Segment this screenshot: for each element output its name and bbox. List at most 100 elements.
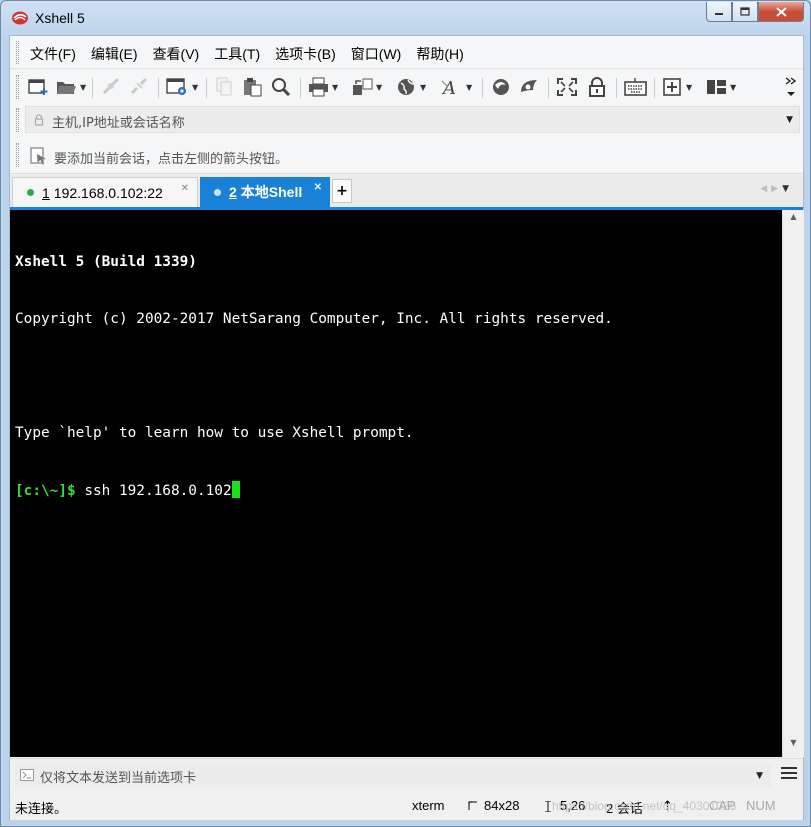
fullscreen-button[interactable]	[556, 76, 578, 98]
tab-close-icon[interactable]: ✕	[181, 183, 189, 194]
terminal-line: Xshell 5 (Build 1339)	[15, 254, 197, 270]
xmanager-button[interactable]	[518, 76, 540, 98]
tab-status-dot	[214, 188, 221, 196]
address-placeholder: 主机,IP地址或会话名称	[52, 116, 185, 131]
terminal-cursor	[231, 481, 240, 498]
tab-close-icon[interactable]: ✕	[314, 182, 322, 193]
watermark: https://blog.csdn.net/qq_40301026	[552, 799, 737, 813]
close-icon	[775, 6, 787, 17]
font-icon: A	[441, 78, 456, 97]
tab-prev-icon[interactable]: ◀	[760, 184, 771, 194]
terminal-prompt: [c:\~]$	[15, 483, 76, 499]
properties-icon	[166, 78, 186, 95]
disconnect-button[interactable]	[128, 76, 150, 98]
menu-edit[interactable]: 编辑(E)	[91, 44, 146, 64]
compose-bar: 仅将文本发送到当前选项卡 ▼	[10, 758, 803, 791]
transfer-button[interactable]: ▼	[352, 76, 382, 98]
lock-button[interactable]	[586, 76, 608, 98]
new-tab-button[interactable]: +	[332, 179, 352, 203]
menu-items: 文件(F) 编辑(E) 查看(V) 工具(T) 选项卡(B) 窗口(W) 帮助(…	[30, 44, 479, 64]
open-session-button[interactable]: ▼	[56, 76, 86, 98]
toolbar-grip[interactable]	[16, 75, 19, 99]
tab-status-dot	[27, 189, 34, 196]
window-title: Xshell 5	[35, 10, 85, 26]
terminal-type: xterm	[412, 798, 445, 813]
copy-button[interactable]	[214, 76, 236, 98]
tab-session-1[interactable]: 1 192.168.0.102:22 ✕	[12, 177, 198, 207]
minimize-button[interactable]	[706, 2, 732, 22]
tab-number: 1	[42, 184, 50, 201]
properties-button[interactable]: ▼	[166, 76, 198, 98]
font-button[interactable]: A ▼	[440, 76, 472, 98]
keyboard-icon	[624, 78, 647, 96]
addressbar-grip[interactable]	[16, 108, 19, 132]
new-session-icon	[28, 79, 48, 95]
toolbar-overflow-button[interactable]	[784, 76, 798, 98]
terminal-size: 84x28	[484, 798, 520, 813]
address-bar: 主机,IP地址或会话名称 ▼	[10, 104, 803, 138]
lock-icon	[589, 77, 605, 97]
paste-button[interactable]	[242, 76, 264, 98]
compose-placeholder: 仅将文本发送到当前选项卡	[40, 771, 197, 786]
add-session-arrow-icon[interactable]	[30, 147, 48, 165]
find-button[interactable]	[270, 76, 292, 98]
lock-icon	[34, 114, 44, 126]
terminal-icon	[20, 769, 34, 781]
tab-navigation: ◀▶▼	[760, 184, 793, 194]
print-button[interactable]: ▼	[308, 76, 338, 98]
tab-next-icon[interactable]: ▶	[771, 184, 782, 194]
compose-button[interactable]: ▼	[662, 76, 692, 98]
connect-icon	[102, 77, 120, 95]
find-icon	[272, 78, 291, 97]
keyboard-button[interactable]	[624, 76, 648, 98]
compose-input[interactable]: 仅将文本发送到当前选项卡 ▼	[15, 763, 771, 788]
menu-window[interactable]: 窗口(W)	[351, 44, 410, 64]
window-controls	[706, 2, 804, 22]
terminal-line: Type `help' to learn how to use Xshell p…	[15, 425, 414, 441]
menu-view[interactable]: 查看(V)	[153, 44, 208, 64]
xshell-window: Xshell 5 文件(F) 编辑(E) 查看(V) 工具(T) 选项卡(B) …	[0, 0, 811, 827]
minimize-icon	[715, 12, 723, 15]
copy-icon	[216, 77, 232, 96]
menu-tab[interactable]: 选项卡(B)	[275, 44, 344, 64]
tab-label: 本地Shell	[240, 184, 303, 200]
menu-file[interactable]: 文件(F)	[30, 44, 84, 64]
menu-help[interactable]: 帮助(H)	[416, 44, 471, 64]
scroll-up-icon[interactable]: ▲	[783, 212, 804, 229]
address-input[interactable]: 主机,IP地址或会话名称 ▼	[25, 106, 800, 133]
hintbar-grip[interactable]	[16, 143, 19, 167]
menu-tools[interactable]: 工具(T)	[214, 44, 268, 64]
xmanager-icon	[521, 80, 537, 92]
terminal-line: Copyright (c) 2002-2017 NetSarang Comput…	[15, 311, 613, 327]
svg-text:A: A	[441, 78, 456, 97]
scroll-down-icon[interactable]: ▼	[783, 738, 804, 755]
tab-bar: 1 192.168.0.102:22 ✕ 2 本地Shell ✕ + ◀▶▼	[10, 175, 803, 208]
layout-icon	[707, 80, 726, 94]
terminal-scrollbar[interactable]: ▲ ▼	[782, 210, 804, 757]
tab-list-icon[interactable]: ▼	[782, 184, 793, 194]
cursor-position-icon	[545, 801, 551, 812]
connection-status: 未连接。	[15, 801, 68, 816]
tab-session-2[interactable]: 2 本地Shell ✕	[200, 177, 330, 207]
new-session-button[interactable]	[28, 76, 50, 98]
session-hint-text: 要添加当前会话，点击左侧的箭头按钮。	[54, 152, 289, 167]
title-bar[interactable]: Xshell 5	[1, 1, 810, 35]
layout-button[interactable]: ▼	[706, 76, 736, 98]
connect-button[interactable]	[100, 76, 122, 98]
disconnect-icon	[130, 77, 148, 95]
hamburger-menu-icon[interactable]	[781, 766, 797, 780]
xftp-button[interactable]	[490, 76, 512, 98]
num-lock-indicator: NUM	[746, 798, 776, 813]
terminal-prompt-line: [c:\~]$ ssh 192.168.0.102	[15, 481, 777, 500]
compose-dropdown-icon[interactable]: ▼	[756, 771, 763, 781]
size-icon	[468, 801, 477, 810]
menubar-grip[interactable]	[16, 41, 19, 64]
session-hint-bar: 要添加当前会话，点击左侧的箭头按钮。	[10, 138, 803, 174]
globe-button[interactable]: ▼	[396, 76, 426, 98]
close-button[interactable]	[758, 2, 804, 22]
status-bar: 未连接。 xterm 84x28 5,26 2 会话 ⇡ CAP NUM htt…	[10, 792, 803, 820]
maximize-button[interactable]	[732, 2, 758, 22]
address-dropdown-icon[interactable]: ▼	[786, 115, 793, 125]
terminal-screen[interactable]: Xshell 5 (Build 1339) Copyright (c) 2002…	[10, 210, 782, 757]
